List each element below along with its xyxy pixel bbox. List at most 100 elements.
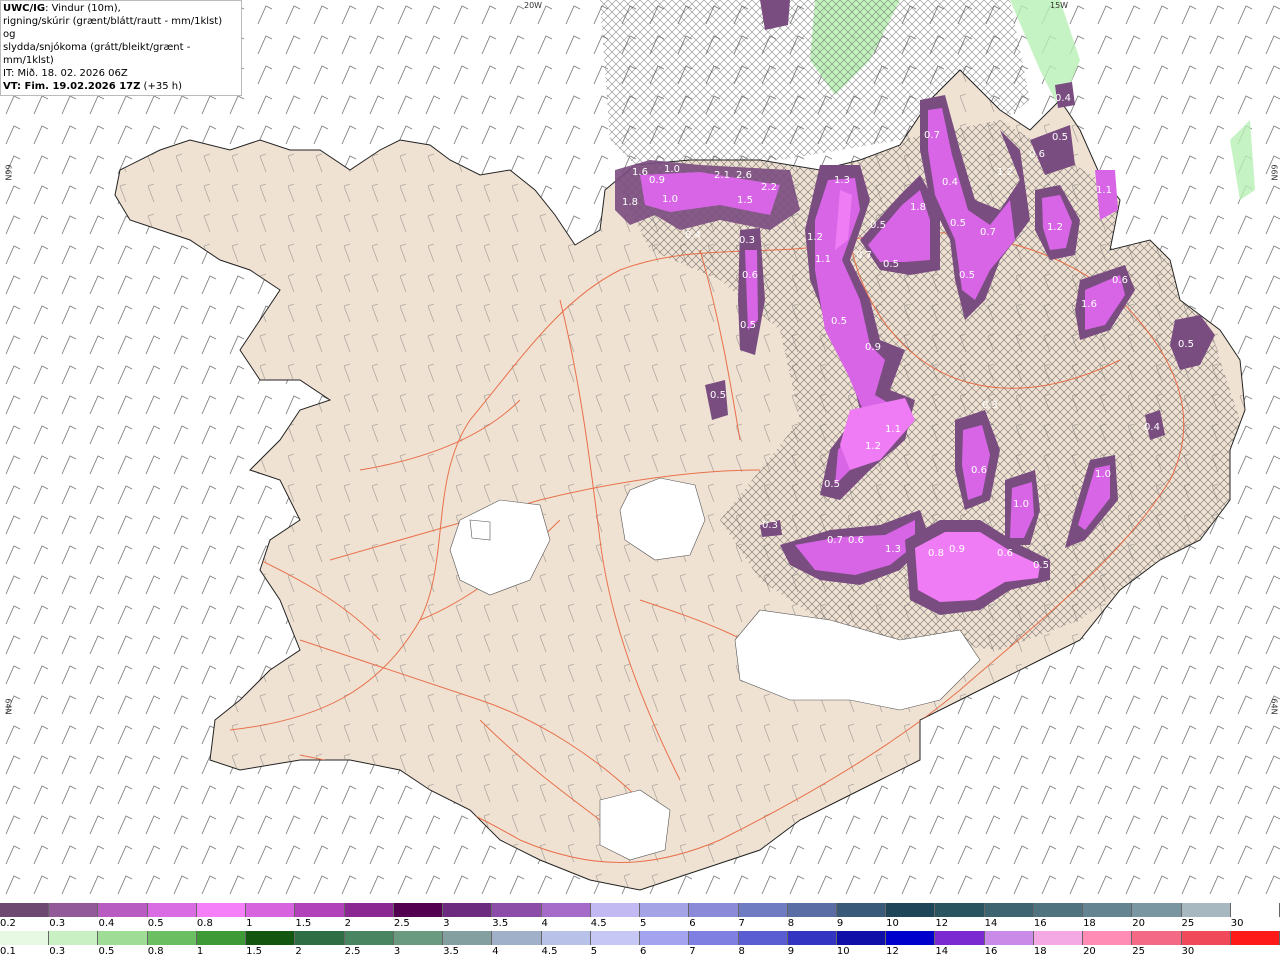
scale-label: 2 — [295, 946, 302, 957]
scale-label: 25 — [1132, 946, 1146, 957]
scale-label: 4.5 — [541, 946, 558, 957]
lon-label-15w: 15W — [1050, 1, 1069, 10]
scale-label: 7 — [689, 946, 696, 957]
rain-scale-labels: 0.1 0.3 0.5 0.8 1 1.5 2 2.5 3 3.5 4 4.5 5 6 7 8 9 10 12 14 1… — [0, 946, 1280, 958]
scale-swatch — [738, 931, 788, 945]
rain-color-scale — [0, 931, 1280, 945]
scale-label: 2.5 — [393, 918, 410, 929]
scale-swatch — [1083, 931, 1133, 945]
precip-value-label: 0.5 — [1052, 132, 1068, 143]
scale-label: 3.5 — [492, 918, 509, 929]
model-name: UWC/IG — [3, 3, 46, 14]
scale-swatch — [590, 903, 641, 917]
scale-label: 6 — [689, 918, 696, 929]
precip-value-label: 1.0 — [664, 164, 680, 175]
precip-value-label: 1.3 — [834, 175, 850, 186]
scale-label: 1 — [196, 946, 204, 957]
scale-swatch — [1132, 903, 1182, 917]
scale-label: 10 — [886, 918, 899, 929]
scale-swatch — [984, 903, 1034, 917]
precip-value-label: 0.5 — [1178, 339, 1194, 350]
scale-label: 3.5 — [443, 946, 459, 957]
precip-value-label: 1.1 — [885, 424, 901, 435]
scale-swatch — [196, 931, 247, 945]
precip-value-label: 0.9 — [865, 342, 881, 353]
precip-value-label: 0.9 — [949, 544, 965, 555]
precip-value-label: 1.1 — [815, 254, 831, 265]
scale-swatch — [836, 903, 887, 917]
precip-value-label: 1.3 — [885, 544, 901, 555]
scale-label: 1.5 — [246, 946, 263, 957]
snow-color-scale — [0, 903, 1280, 917]
scale-swatch — [246, 903, 296, 917]
header-line2: rigning/skúrir (grænt/blátt/rautt - mm/1… — [3, 16, 223, 40]
scale-swatch — [836, 931, 887, 945]
precip-value-label: 0.7 — [980, 227, 996, 238]
precip-value-label: 0.7 — [924, 130, 940, 141]
precip-value-label: 0.2 — [664, 490, 680, 501]
scale-swatch — [1083, 903, 1133, 917]
precip-value-label: 0.8 — [928, 548, 944, 559]
scale-swatch — [49, 903, 99, 917]
scale-swatch — [1230, 903, 1280, 917]
scale-swatch — [196, 903, 247, 917]
lat-label-64n-left: 64N — [3, 698, 13, 715]
scale-swatch — [689, 903, 739, 917]
scale-label: 0.2 — [0, 918, 16, 929]
scale-label: 3 — [443, 918, 450, 929]
precip-value-label: 1.5 — [737, 195, 753, 206]
precip-value-label: 0.9 — [649, 175, 665, 186]
header-line1: : Vindur (10m), — [45, 3, 121, 14]
scale-swatch — [0, 931, 50, 945]
scale-swatch — [393, 903, 444, 917]
scale-label: 7 — [738, 918, 745, 929]
precip-value-label: 0.6 — [971, 465, 987, 476]
scale-label: 12 — [886, 946, 899, 957]
lat-label-66n-right: 66N — [1269, 164, 1279, 181]
precip-value-label: 0.5 — [870, 220, 886, 231]
scale-label: 4.5 — [590, 918, 607, 929]
precip-value-label: 1.2 — [865, 441, 881, 452]
scale-swatch — [787, 903, 837, 917]
scale-label: 0.3 — [49, 918, 66, 929]
precip-value-label: 1.0 — [1013, 499, 1029, 510]
scale-swatch — [492, 931, 542, 945]
precip-value-label: 1.0 — [1095, 469, 1111, 480]
scale-label: 4 — [541, 918, 548, 929]
scale-swatch — [1033, 931, 1084, 945]
scale-swatch — [1132, 931, 1182, 945]
lat-label-64n-right: 64N — [1269, 698, 1279, 715]
scale-swatch — [147, 931, 197, 945]
scale-swatch — [98, 903, 148, 917]
scale-label: 0.5 — [147, 918, 164, 929]
scale-label: 14 — [935, 946, 949, 957]
scale-label: 20 — [1083, 946, 1096, 957]
scale-label: 1 — [246, 918, 253, 929]
scale-swatch — [1230, 931, 1280, 945]
scale-swatch — [344, 931, 394, 945]
precip-value-label: 0.5 — [959, 270, 975, 281]
weather-map: 1.60.91.01.8 1.02.1 2.62.21.50.4 0.30.60.50… — [0, 0, 1280, 900]
scale-label: 2 — [344, 918, 351, 929]
scale-label: 2.5 — [344, 946, 361, 957]
precip-value-label: 0.3 — [982, 400, 998, 411]
scale-swatch — [640, 903, 690, 917]
precip-value-label: 0.3 — [739, 235, 755, 246]
precip-value-label: 0.7 — [856, 250, 872, 261]
scale-label: 12 — [935, 918, 949, 929]
scale-swatch — [492, 903, 542, 917]
header-line3: slydda/snjókoma (grátt/bleikt/grænt - mm… — [3, 42, 191, 66]
precip-value-label: 1.6 — [1081, 299, 1097, 310]
scale-swatch — [443, 903, 493, 917]
lon-label-20w: 20W — [524, 1, 543, 10]
scale-swatch — [738, 903, 788, 917]
scale-swatch — [886, 903, 936, 917]
scale-swatch — [787, 931, 837, 945]
precip-value-label: 0.4 — [685, 230, 701, 241]
map-header: UWC/IG: Vindur (10m), rigning/skúrir (gr… — [0, 0, 242, 96]
scale-label: 3 — [393, 946, 401, 957]
scale-label: 0.8 — [147, 946, 164, 957]
scale-label: 18 — [1033, 946, 1047, 957]
precip-value-label: 1.8 — [622, 197, 638, 208]
precip-value-label: 0.5 — [831, 316, 847, 327]
